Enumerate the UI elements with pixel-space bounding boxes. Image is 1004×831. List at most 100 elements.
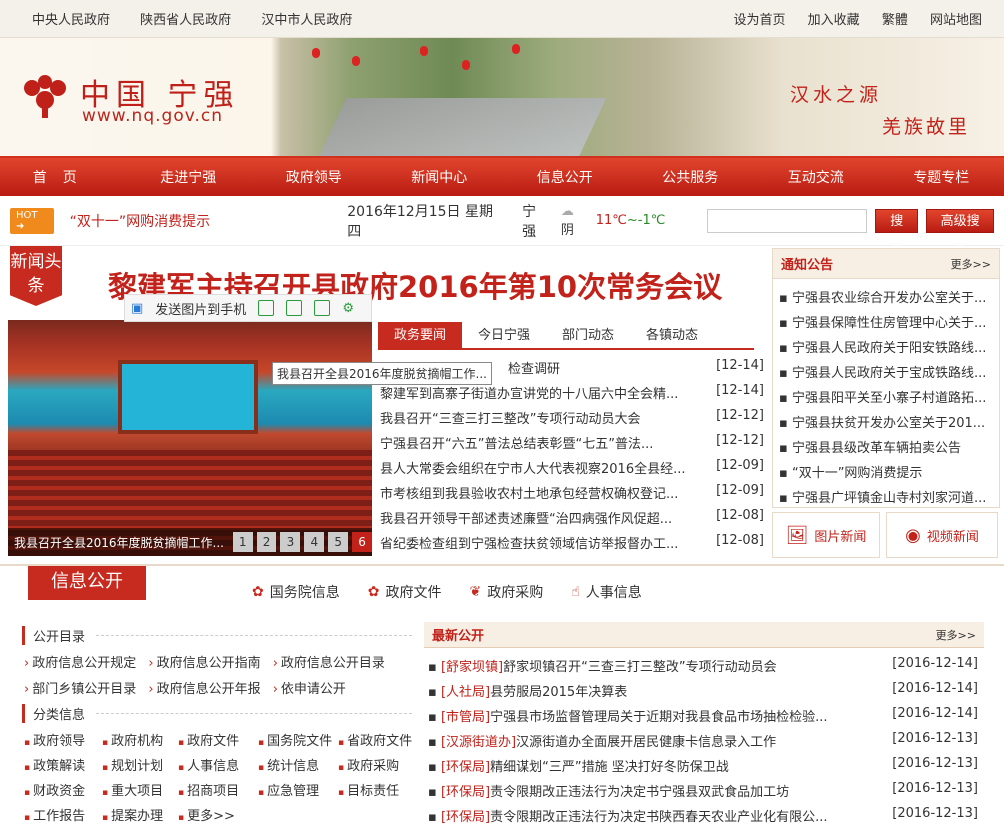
news-row[interactable]: 县人大常委会组织在宁市人大代表视察2016全县经...[12-09] <box>380 458 764 483</box>
class-item[interactable]: 重大项目 <box>102 780 178 799</box>
notice-item-text[interactable]: 宁强县扶贫开发办公室关于201... <box>792 416 985 431</box>
tab-today-ningqiang[interactable]: 今日宁强 <box>462 322 546 348</box>
advanced-search-button[interactable]: 高级搜索 <box>926 209 994 233</box>
latest-item[interactable]: ▪ [环保局]责令限期改正违法行为决定书陕西春天农业产业化有限公... <box>428 806 848 831</box>
latest-item[interactable]: ▪ [市管局]宁强县市场监督管理局关于近期对我县食品市场抽检检验... <box>428 706 848 731</box>
slide-page-2[interactable]: 2 <box>257 532 277 552</box>
nav-about-ningqiang[interactable]: 走进宁强 <box>126 167 252 187</box>
notice-item-text[interactable]: 宁强县人民政府关于阳安铁路线... <box>792 341 986 356</box>
catalog-link[interactable]: 政府信息公开年报 <box>148 682 260 697</box>
latest-title-text[interactable]: 汉源街道办全面展开居民健康卡信息录入工作 <box>516 735 776 750</box>
class-item[interactable]: 统计信息 <box>258 755 338 774</box>
class-item[interactable]: 应急管理 <box>258 780 338 799</box>
notice-item[interactable]: ▪ “双十一”网购消费提示 <box>779 462 993 487</box>
link-hanzhong-gov[interactable]: 汉中市人民政府 <box>261 13 352 28</box>
latest-row[interactable]: ▪ [环保局]精细谋划“三严”措施 坚决打好冬防保卫战[2016-12-13] <box>428 756 978 781</box>
catalog-link[interactable]: 部门乡镇公开目录 <box>24 682 136 697</box>
cat-gov-procurement[interactable]: ❦政府采购 <box>469 582 543 602</box>
latest-title-text[interactable]: 责令限期改正违法行为决定书陕西春天农业产业化有限公... <box>490 810 827 825</box>
gear-icon[interactable]: ⚙ <box>342 301 354 316</box>
news-title[interactable]: 市考核组到我县验收农村土地承包经营权确权登记... <box>380 483 698 508</box>
sitemap-link[interactable]: 网站地图 <box>930 13 982 28</box>
share-icon[interactable] <box>314 300 330 316</box>
slide-page-1[interactable]: 1 <box>233 532 253 552</box>
notice-item-text[interactable]: 宁强县农业综合开发办公室关于... <box>792 291 986 306</box>
news-row[interactable]: 我县召开领导干部述责述廉暨“治四病强作风促超...[12-08] <box>380 508 764 533</box>
latest-item[interactable]: ▪ [人社局]县劳服局2015年决算表 <box>428 681 848 706</box>
class-item[interactable]: 政策解读 <box>24 755 102 774</box>
news-title[interactable]: 黎建军到高寨子街道办宣讲党的十八届六中全会精... <box>380 383 698 408</box>
nav-public-service[interactable]: 公共服务 <box>628 167 754 187</box>
news-row[interactable]: 检查调研[12-14] <box>380 358 764 383</box>
slideshow-caption[interactable]: 我县召开全县2016年度脱贫摘帽工作... <box>14 534 229 551</box>
class-item[interactable]: 招商项目 <box>178 780 258 799</box>
slide-page-4[interactable]: 4 <box>304 532 324 552</box>
news-row[interactable]: 市考核组到我县验收农村土地承包经营权确权登记...[12-09] <box>380 483 764 508</box>
nav-info-disclosure[interactable]: 信息公开 <box>502 167 628 187</box>
class-item[interactable]: 目标责任 <box>338 780 416 799</box>
latest-item[interactable]: ▪ [环保局]责令限期改正违法行为决定书宁强县双武食品加工坊 <box>428 781 848 806</box>
news-row[interactable]: 省纪委检查组到宁强检查扶贫领域信访举报督办工...[12-08] <box>380 533 764 558</box>
latest-row[interactable]: ▪ [汉源街道办]汉源街道办全面展开居民健康卡信息录入工作[2016-12-13… <box>428 731 978 756</box>
notice-item[interactable]: ▪ 宁强县农业综合开发办公室关于... <box>779 287 993 312</box>
add-favorite-link[interactable]: 加入收藏 <box>808 13 860 28</box>
photo-news-button[interactable]: 🖼 图片新闻 <box>772 512 880 558</box>
class-item[interactable]: 规划计划 <box>102 755 178 774</box>
link-shaanxi-gov[interactable]: 陕西省人民政府 <box>140 13 231 28</box>
catalog-link[interactable]: 政府信息公开指南 <box>148 656 260 671</box>
latest-row[interactable]: ▪ [环保局]责令限期改正违法行为决定书宁强县双武食品加工坊[2016-12-1… <box>428 781 978 806</box>
notice-item[interactable]: ▪ 宁强县广坪镇金山寺村刘家河道... <box>779 487 993 512</box>
nav-home[interactable]: 首页 <box>0 167 126 187</box>
cat-personnel[interactable]: ☝人事信息 <box>571 582 642 602</box>
slide-page-3[interactable]: 3 <box>280 532 300 552</box>
class-item[interactable]: 政府文件 <box>178 730 258 749</box>
latest-more-link[interactable]: 更多>> <box>936 627 976 643</box>
class-item[interactable]: 提案办理 <box>102 805 178 824</box>
tab-gov-news[interactable]: 政务要闻 <box>378 322 462 348</box>
latest-title-text[interactable]: 精细谋划“三严”措施 坚决打好冬防保卫战 <box>490 760 729 775</box>
news-title[interactable]: 我县召开“三查三打三整改”专项行动动员大会 <box>380 408 698 433</box>
notice-item-text[interactable]: 宁强县人民政府关于宝成铁路线... <box>792 366 986 381</box>
search-button[interactable]: 搜索 <box>875 209 918 233</box>
notice-item-text[interactable]: 宁强县县级改革车辆拍卖公告 <box>792 441 961 456</box>
latest-row[interactable]: ▪ [人社局]县劳服局2015年决算表[2016-12-14] <box>428 681 978 706</box>
class-item[interactable]: 人事信息 <box>178 755 258 774</box>
news-row[interactable]: 黎建军到高寨子街道办宣讲党的十八届六中全会精...[12-14] <box>380 383 764 408</box>
news-title[interactable]: 检查调研 <box>380 358 698 383</box>
class-item[interactable]: 政府采购 <box>338 755 416 774</box>
latest-row[interactable]: ▪ [环保局]责令限期改正违法行为决定书陕西春天农业产业化有限公...[2016… <box>428 806 978 831</box>
notice-item-text[interactable]: 宁强县阳平关至小寨子村道路拓... <box>792 391 986 406</box>
latest-row[interactable]: ▪ [市管局]宁强县市场监督管理局关于近期对我县食品市场抽检检验...[2016… <box>428 706 978 731</box>
nav-news-center[interactable]: 新闻中心 <box>377 167 503 187</box>
cat-gov-files[interactable]: ✿政府文件 <box>368 582 442 602</box>
set-homepage-link[interactable]: 设为首页 <box>734 13 786 28</box>
notice-item[interactable]: ▪ 宁强县人民政府关于阳安铁路线... <box>779 337 993 362</box>
phone-icon[interactable]: ▣ <box>131 301 143 316</box>
latest-row[interactable]: ▪ [舒家坝镇]舒家坝镇召开“三查三打三整改”专项行动动员会[2016-12-1… <box>428 656 978 681</box>
nav-interaction[interactable]: 互动交流 <box>753 167 879 187</box>
notice-more-link[interactable]: 更多>> <box>951 256 991 272</box>
cat-state-council[interactable]: ✿国务院信息 <box>252 582 340 602</box>
notice-item[interactable]: ▪ 宁强县阳平关至小寨子村道路拓... <box>779 387 993 412</box>
latest-item[interactable]: ▪ [舒家坝镇]舒家坝镇召开“三查三打三整改”专项行动动员会 <box>428 656 848 681</box>
news-row[interactable]: 宁强县召开“六五”普法总结表彰暨“七五”普法...[12-12] <box>380 433 764 458</box>
news-title[interactable]: 我县召开领导干部述责述廉暨“治四病强作风促超... <box>380 508 698 533</box>
link-central-gov[interactable]: 中央人民政府 <box>32 13 110 28</box>
notice-item[interactable]: ▪ 宁强县扶贫开发办公室关于201... <box>779 412 993 437</box>
save-icon[interactable] <box>286 300 302 316</box>
notice-item[interactable]: ▪ 宁强县保障性住房管理中心关于... <box>779 312 993 337</box>
video-news-button[interactable]: ◉ 视频新闻 <box>886 512 998 558</box>
catalog-link[interactable]: 政府信息公开规定 <box>24 656 136 671</box>
catalog-link[interactable]: 政府信息公开目录 <box>273 656 385 671</box>
class-item[interactable]: 更多>> <box>178 805 258 824</box>
catalog-link[interactable]: 依申请公开 <box>273 682 346 697</box>
notice-item-text[interactable]: “双十一”网购消费提示 <box>792 466 922 481</box>
class-item[interactable]: 政府机构 <box>102 730 178 749</box>
latest-title-text[interactable]: 宁强县市场监督管理局关于近期对我县食品市场抽检检验... <box>490 710 827 725</box>
latest-title-text[interactable]: 责令限期改正违法行为决定书宁强县双武食品加工坊 <box>490 785 789 800</box>
news-title[interactable]: 县人大常委会组织在宁市人大代表视察2016全县经... <box>380 458 698 483</box>
latest-item[interactable]: ▪ [汉源街道办]汉源街道办全面展开居民健康卡信息录入工作 <box>428 731 848 756</box>
nav-special-topics[interactable]: 专题专栏 <box>879 167 1004 187</box>
class-item[interactable]: 国务院文件 <box>258 730 338 749</box>
slide-page-5[interactable]: 5 <box>328 532 348 552</box>
